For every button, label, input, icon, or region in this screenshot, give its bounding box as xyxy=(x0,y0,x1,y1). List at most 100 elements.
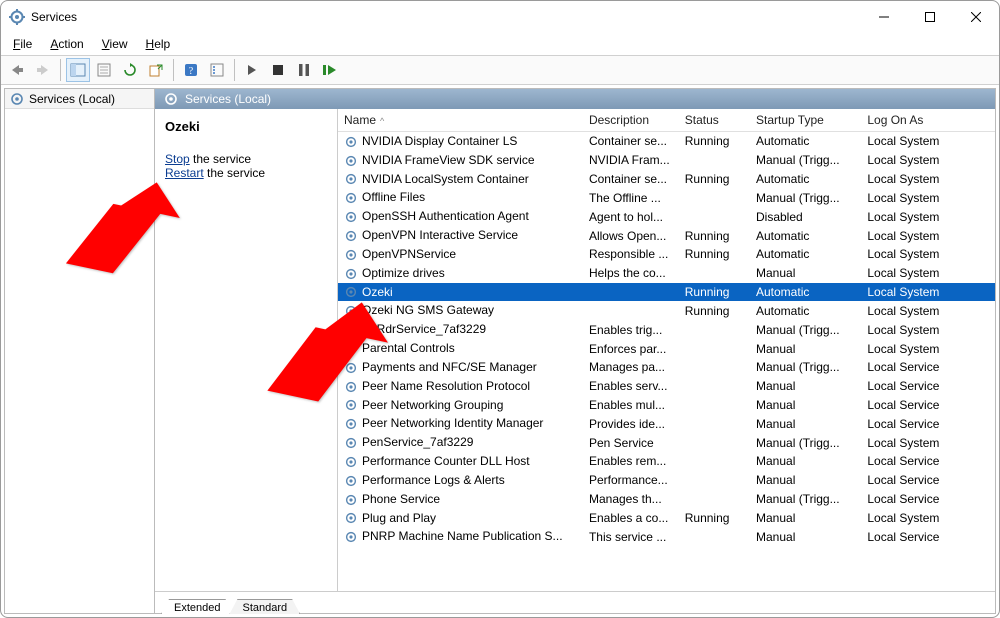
service-row[interactable]: Performance Counter DLL HostEnables rem.… xyxy=(338,452,995,471)
service-row[interactable]: Performance Logs & AlertsPerformance...M… xyxy=(338,471,995,490)
cell-status xyxy=(679,433,750,452)
service-row[interactable]: OzekiRunningAutomaticLocal System xyxy=(338,283,995,302)
cell-desc: NVIDIA Fram... xyxy=(583,151,679,170)
cell-desc: Enables a co... xyxy=(583,509,679,528)
cell-logon: Local System xyxy=(861,283,995,302)
service-settings-button[interactable] xyxy=(205,58,229,82)
cell-startup: Automatic xyxy=(750,170,861,189)
tree-icon xyxy=(70,63,86,77)
minimize-button[interactable] xyxy=(861,1,907,33)
cell-startup: Automatic xyxy=(750,245,861,264)
cell-name: OpenVPNService xyxy=(338,245,583,264)
cell-status: Running xyxy=(679,170,750,189)
cell-startup: Manual (Trigg... xyxy=(750,490,861,509)
col-name[interactable]: Name^ xyxy=(338,109,583,132)
cell-desc: The Offline ... xyxy=(583,188,679,207)
service-row[interactable]: Optimize drivesHelps the co...ManualLoca… xyxy=(338,264,995,283)
menu-file[interactable]: File xyxy=(5,35,40,53)
restart-icon xyxy=(323,64,337,76)
service-row[interactable]: Peer Name Resolution ProtocolEnables ser… xyxy=(338,377,995,396)
help-button[interactable]: ? xyxy=(179,58,203,82)
col-status[interactable]: Status xyxy=(679,109,750,132)
cell-desc: Enables mul... xyxy=(583,396,679,415)
gear-icon xyxy=(344,172,358,186)
cell-name: OpenVPN Interactive Service xyxy=(338,226,583,245)
services-table: Name^ Description Status Startup Type Lo… xyxy=(338,109,995,546)
service-row[interactable]: NVIDIA FrameView SDK serviceNVIDIA Fram.… xyxy=(338,151,995,170)
service-row[interactable]: Peer Networking GroupingEnables mul...Ma… xyxy=(338,396,995,415)
restart-service-button[interactable] xyxy=(318,58,342,82)
nav-forward-button[interactable] xyxy=(31,58,55,82)
gear-icon xyxy=(344,455,358,469)
cell-startup: Manual xyxy=(750,264,861,283)
col-logon[interactable]: Log On As xyxy=(861,109,995,132)
sort-asc-icon: ^ xyxy=(380,116,384,126)
service-row[interactable]: P9RdrService_7af3229Enables trig...Manua… xyxy=(338,320,995,339)
service-row[interactable]: Plug and PlayEnables a co...RunningManua… xyxy=(338,509,995,528)
list-icon xyxy=(210,63,224,77)
cell-desc: Provides ide... xyxy=(583,414,679,433)
cell-desc xyxy=(583,301,679,320)
cell-startup: Manual xyxy=(750,377,861,396)
properties-button[interactable] xyxy=(92,58,116,82)
cell-desc: Agent to hol... xyxy=(583,207,679,226)
service-row[interactable]: NVIDIA Display Container LSContainer se.… xyxy=(338,132,995,151)
services-scroll[interactable]: Name^ Description Status Startup Type Lo… xyxy=(338,109,995,591)
col-description[interactable]: Description xyxy=(583,109,679,132)
cell-status xyxy=(679,207,750,226)
tab-extended[interactable]: Extended xyxy=(161,599,233,614)
service-row[interactable]: Peer Networking Identity ManagerProvides… xyxy=(338,414,995,433)
service-row[interactable]: PNRP Machine Name Publication S...This s… xyxy=(338,527,995,546)
cell-desc: Manages th... xyxy=(583,490,679,509)
cell-logon: Local System xyxy=(861,301,995,320)
refresh-button[interactable] xyxy=(118,58,142,82)
service-row[interactable]: NVIDIA LocalSystem ContainerContainer se… xyxy=(338,170,995,189)
menu-action[interactable]: Action xyxy=(42,35,91,53)
service-row[interactable]: Payments and NFC/SE ManagerManages pa...… xyxy=(338,358,995,377)
service-row[interactable]: Phone ServiceManages th...Manual (Trigg.… xyxy=(338,490,995,509)
cell-desc: Enables trig... xyxy=(583,320,679,339)
service-row[interactable]: OpenVPNServiceResponsible ...RunningAuto… xyxy=(338,245,995,264)
maximize-button[interactable] xyxy=(907,1,953,33)
pause-service-button[interactable] xyxy=(292,58,316,82)
selected-service-name: Ozeki xyxy=(165,119,327,134)
service-row[interactable]: OpenSSH Authentication AgentAgent to hol… xyxy=(338,207,995,226)
menu-help[interactable]: Help xyxy=(138,35,179,53)
svg-text:?: ? xyxy=(189,66,194,77)
tree-item-services-local[interactable]: Services (Local) xyxy=(5,89,154,109)
cell-status xyxy=(679,527,750,546)
gear-icon xyxy=(163,91,179,107)
cell-logon: Local Service xyxy=(861,471,995,490)
stop-service-button[interactable] xyxy=(266,58,290,82)
gear-icon xyxy=(344,229,358,243)
cell-name: NVIDIA LocalSystem Container xyxy=(338,170,583,189)
back-icon xyxy=(9,64,25,76)
close-button[interactable] xyxy=(953,1,999,33)
stop-service-line: Stop the service xyxy=(165,152,327,166)
gear-icon xyxy=(344,267,358,281)
cell-status xyxy=(679,471,750,490)
tab-standard[interactable]: Standard xyxy=(229,599,300,614)
window-title-area: Services xyxy=(9,9,861,25)
properties-icon xyxy=(97,63,111,77)
cell-logon: Local System xyxy=(861,188,995,207)
service-row[interactable]: Ozeki NG SMS GatewayRunningAutomaticLoca… xyxy=(338,301,995,320)
service-row[interactable]: Offline FilesThe Offline ...Manual (Trig… xyxy=(338,188,995,207)
export-button[interactable] xyxy=(144,58,168,82)
menu-view[interactable]: View xyxy=(94,35,136,53)
service-row[interactable]: OpenVPN Interactive ServiceAllows Open..… xyxy=(338,226,995,245)
service-row[interactable]: PenService_7af3229Pen ServiceManual (Tri… xyxy=(338,433,995,452)
cell-desc: Container se... xyxy=(583,170,679,189)
cell-desc: Enables serv... xyxy=(583,377,679,396)
service-row[interactable]: Parental ControlsEnforces par...ManualLo… xyxy=(338,339,995,358)
view-tabs: Extended Standard xyxy=(155,591,995,613)
pane-header-label: Services (Local) xyxy=(185,92,271,106)
services-window: Services File Action View Help ? xyxy=(0,0,1000,618)
nav-back-button[interactable] xyxy=(5,58,29,82)
start-service-button[interactable] xyxy=(240,58,264,82)
show-hide-tree-button[interactable] xyxy=(66,58,90,82)
col-startup[interactable]: Startup Type xyxy=(750,109,861,132)
stop-service-link[interactable]: Stop xyxy=(165,152,190,166)
cell-startup: Manual xyxy=(750,452,861,471)
gear-icon xyxy=(344,191,358,205)
